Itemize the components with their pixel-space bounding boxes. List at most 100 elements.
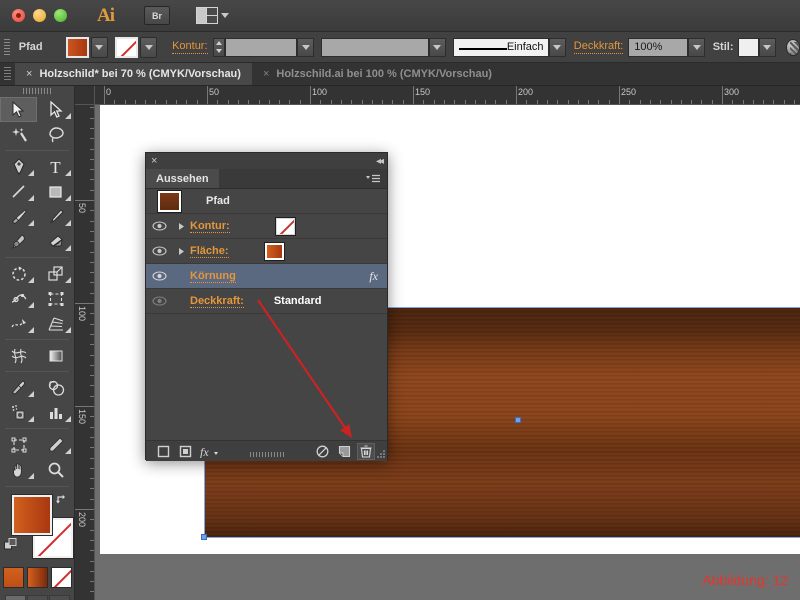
zoom-tool[interactable] — [37, 457, 74, 482]
gradient-button[interactable] — [26, 567, 48, 588]
panel-menu-icon[interactable] — [365, 169, 387, 188]
stroke-weight-dropdown[interactable] — [297, 37, 315, 57]
swap-fill-stroke-icon[interactable] — [55, 493, 69, 507]
close-icon[interactable]: × — [263, 68, 269, 80]
draw-inside-button[interactable] — [48, 595, 70, 600]
rectangle-tool[interactable] — [37, 179, 74, 204]
close-window-button[interactable] — [12, 9, 25, 22]
collapse-panel-icon[interactable]: ◂◂ — [376, 156, 384, 167]
column-graph-tool[interactable] — [37, 400, 74, 425]
pencil-tool[interactable] — [37, 204, 74, 229]
fill-color-swatch[interactable] — [65, 36, 89, 58]
stroke-align-input[interactable] — [320, 37, 429, 57]
stroke-profile-value[interactable]: Einfach — [452, 37, 549, 57]
width-tool[interactable] — [0, 286, 37, 311]
lasso-tool[interactable] — [37, 122, 74, 147]
appearance-row-stroke[interactable]: Kontur: — [146, 214, 387, 239]
stroke-weight-field-group[interactable] — [213, 37, 315, 57]
stroke-swatch-thumbnail[interactable] — [275, 217, 295, 235]
tab-bar-grip[interactable] — [4, 67, 11, 81]
symbol-sprayer-tool[interactable] — [0, 400, 37, 425]
opacity-label[interactable]: Deckkraft: — [190, 295, 244, 308]
visibility-toggle[interactable] — [146, 246, 173, 256]
panel-bottom-grip[interactable] — [249, 452, 284, 457]
visibility-toggle[interactable] — [146, 296, 173, 306]
fill-swatch-dropdown[interactable] — [90, 36, 108, 58]
blend-tool[interactable] — [37, 375, 74, 400]
close-icon[interactable]: × — [26, 68, 32, 80]
panel-resize-handle[interactable] — [376, 450, 385, 459]
stroke-profile-group[interactable]: Einfach — [452, 37, 566, 57]
opacity-field-group[interactable]: 100% — [628, 37, 706, 57]
magic-wand-tool[interactable] — [0, 122, 37, 147]
fill-swatch-thumbnail[interactable] — [264, 242, 284, 260]
fill-label[interactable]: Fläche: — [190, 245, 229, 258]
minimize-window-button[interactable] — [33, 9, 46, 22]
toolbox-grip[interactable] — [23, 88, 51, 94]
close-icon[interactable]: × — [151, 155, 157, 167]
appearance-row-fill[interactable]: Fläche: — [146, 239, 387, 264]
visibility-toggle[interactable] — [146, 221, 173, 231]
stroke-align-field-group[interactable] — [320, 37, 446, 57]
delete-item-button[interactable] — [357, 442, 375, 460]
stroke-swatch-dropdown[interactable] — [140, 36, 158, 58]
zoom-window-button[interactable] — [54, 9, 67, 22]
tab-holzschild-100[interactable]: × Holzschild.ai bei 100 % (CMYK/Vorschau… — [251, 63, 503, 85]
scale-tool[interactable] — [37, 261, 74, 286]
appearance-row-opacity[interactable]: Deckkraft: Standard — [146, 289, 387, 314]
add-new-effect-button[interactable]: fx — [198, 443, 220, 460]
stroke-align-dropdown[interactable] — [428, 37, 446, 57]
panel-title-bar[interactable]: × ◂◂ — [146, 153, 387, 169]
duplicate-item-button[interactable] — [335, 443, 353, 460]
fx-icon[interactable]: fx — [369, 269, 378, 284]
default-fill-stroke-icon[interactable] — [4, 538, 18, 552]
bottom-left-anchor-point[interactable] — [201, 534, 207, 540]
add-new-stroke-button[interactable] — [154, 443, 172, 460]
pen-tool[interactable] — [0, 154, 37, 179]
gradient-tool[interactable] — [37, 343, 74, 368]
center-anchor-point[interactable] — [515, 417, 521, 423]
paintbrush-tool[interactable] — [0, 204, 37, 229]
fill-color-indicator[interactable] — [12, 495, 52, 535]
free-transform-tool[interactable] — [37, 286, 74, 311]
artboard-tool[interactable] — [0, 432, 37, 457]
disclosure-triangle[interactable] — [173, 247, 190, 256]
mesh-tool[interactable] — [0, 343, 37, 368]
stroke-label[interactable]: Kontur: — [190, 220, 230, 233]
direct-selection-tool[interactable] — [37, 97, 74, 122]
graphic-style-group[interactable] — [737, 37, 776, 57]
rotate-tool[interactable] — [0, 261, 37, 286]
grain-label[interactable]: Körnung — [190, 270, 236, 283]
appearance-row-grain[interactable]: Körnung fx — [146, 264, 387, 289]
ruler-origin-corner[interactable] — [75, 86, 95, 105]
opacity-input[interactable]: 100% — [628, 37, 689, 57]
horizontal-ruler[interactable]: 0 50 100 150 200 250 300 — [95, 86, 800, 105]
line-segment-tool[interactable] — [0, 179, 37, 204]
stroke-profile-dropdown[interactable] — [548, 37, 566, 57]
graphic-style-swatch[interactable] — [737, 37, 759, 57]
selection-tool[interactable] — [0, 97, 37, 122]
arrange-documents-button[interactable] — [196, 7, 229, 24]
visibility-toggle[interactable] — [146, 271, 173, 281]
disclosure-triangle[interactable] — [173, 222, 190, 231]
opacity-dropdown[interactable] — [688, 37, 706, 57]
perspective-grid-tool[interactable] — [37, 311, 74, 336]
color-button[interactable] — [2, 567, 24, 588]
stroke-weight-input[interactable] — [225, 37, 298, 57]
add-new-fill-button[interactable] — [176, 443, 194, 460]
stroke-color-swatch[interactable] — [115, 36, 139, 58]
control-bar-grip[interactable] — [4, 38, 10, 56]
vertical-ruler[interactable]: 050100150200 — [75, 105, 95, 600]
eyedropper-tool[interactable] — [0, 375, 37, 400]
blob-brush-tool[interactable] — [0, 229, 37, 254]
hand-tool[interactable] — [0, 457, 37, 482]
slice-tool[interactable] — [37, 432, 74, 457]
opacity-label[interactable]: Deckkraft: — [573, 40, 624, 54]
eraser-tool[interactable] — [37, 229, 74, 254]
tab-aussehen[interactable]: Aussehen — [146, 169, 219, 188]
stroke-weight-stepper[interactable] — [213, 37, 226, 57]
clear-appearance-button[interactable] — [313, 443, 331, 460]
type-tool[interactable]: T — [37, 154, 74, 179]
document-setup-icon[interactable] — [785, 38, 800, 56]
shape-builder-tool[interactable] — [0, 311, 37, 336]
